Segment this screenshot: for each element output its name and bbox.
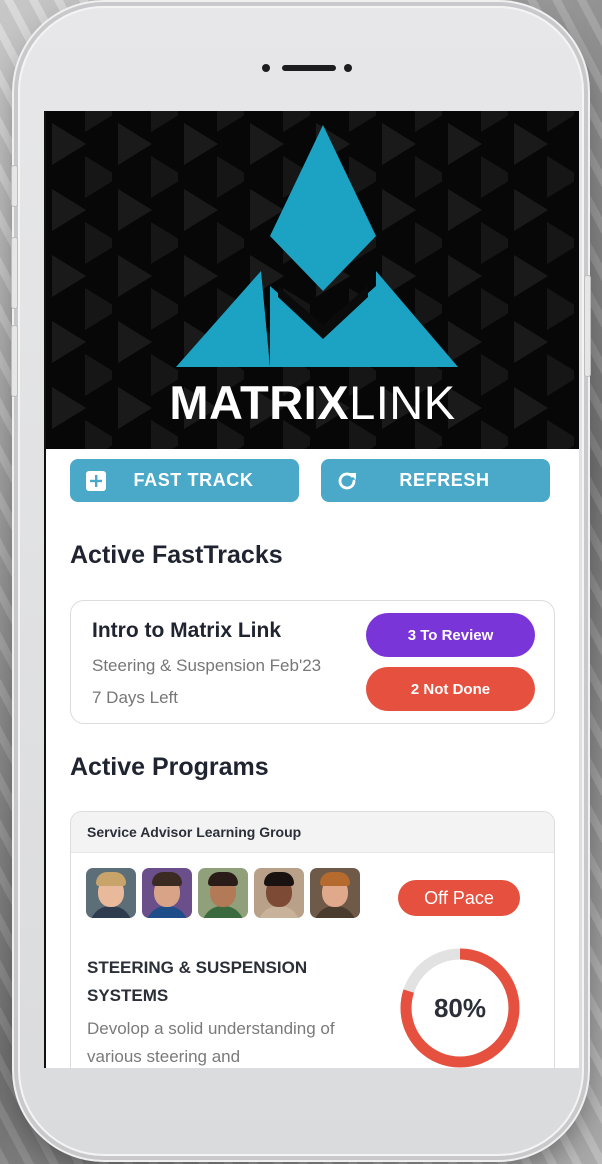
fast-track-button[interactable]: FAST TRACK bbox=[70, 459, 299, 502]
fasttrack-card[interactable]: Intro to Matrix Link Steering & Suspensi… bbox=[70, 600, 555, 724]
fasttrack-title: Intro to Matrix Link bbox=[92, 619, 281, 642]
refresh-button[interactable]: REFRESH bbox=[321, 459, 550, 502]
programs-section-title: Active Programs bbox=[70, 753, 269, 781]
refresh-icon bbox=[335, 469, 359, 493]
refresh-label: REFRESH bbox=[399, 470, 490, 490]
user-avatar-icon bbox=[254, 868, 304, 918]
to-review-button[interactable]: 3 To Review bbox=[366, 613, 535, 657]
brand-name-bold: MATRIX bbox=[169, 376, 350, 429]
program-title: STEERING & SUSPENSION SYSTEMS bbox=[87, 958, 308, 1005]
power-button bbox=[585, 276, 590, 376]
brand-name-light: LINK bbox=[349, 376, 456, 429]
fasttrack-days-left: 7 Days Left bbox=[92, 688, 178, 707]
member-avatars bbox=[86, 868, 360, 918]
earpiece-speaker bbox=[262, 62, 360, 74]
fasttracks-section-title: Active FastTracks bbox=[70, 541, 283, 569]
hero-banner: MATRIXLINK bbox=[46, 111, 579, 449]
user-avatar-icon bbox=[310, 868, 360, 918]
user-avatar-icon bbox=[86, 868, 136, 918]
program-description: Devolop a solid understanding of various… bbox=[87, 1019, 335, 1066]
brand-wordmark: MATRIXLINK bbox=[46, 379, 579, 426]
fasttrack-subtitle: Steering & Suspension Feb'23 bbox=[92, 656, 322, 675]
progress-percent: 80% bbox=[433, 992, 487, 1023]
mute-switch bbox=[12, 166, 17, 206]
fast-track-label: FAST TRACK bbox=[133, 470, 254, 490]
program-group-header: Service Advisor Learning Group bbox=[71, 812, 554, 853]
app-screen: MATRIXLINK FAST TRACK REFRESH Active Fas… bbox=[44, 111, 579, 1068]
volume-up-button bbox=[12, 238, 17, 308]
program-card[interactable]: Service Advisor Learning Group Off Pace … bbox=[70, 811, 555, 1068]
status-badge: Off Pace bbox=[398, 880, 520, 916]
user-avatar-icon bbox=[198, 868, 248, 918]
volume-down-button bbox=[12, 326, 17, 396]
user-avatar-icon bbox=[142, 868, 192, 918]
program-group-name: Service Advisor Learning Group bbox=[87, 824, 302, 840]
plus-square-icon bbox=[84, 469, 108, 493]
not-done-button[interactable]: 2 Not Done bbox=[366, 667, 535, 711]
